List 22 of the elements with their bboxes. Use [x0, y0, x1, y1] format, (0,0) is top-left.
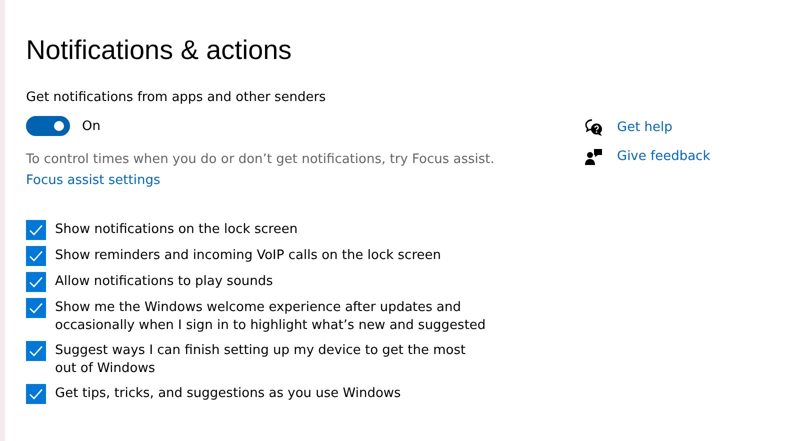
checkbox[interactable] — [26, 341, 46, 361]
help-bubble-icon — [585, 119, 603, 137]
side-link[interactable]: Get help — [617, 119, 672, 137]
option-label: Get tips, tricks, and suggestions as you use Windows — [55, 385, 401, 403]
person-feedback-icon — [585, 148, 603, 166]
focus-assist-link[interactable]: Focus assist settings — [26, 172, 160, 190]
option-label: Show reminders and incoming VoIP calls on the lock screen — [55, 247, 441, 265]
option-label: Show notifications on the lock screen — [55, 221, 298, 239]
checkbox[interactable] — [26, 298, 46, 318]
checkbox[interactable] — [26, 220, 46, 240]
checkbox[interactable] — [26, 384, 46, 404]
option-label: Suggest ways I can finish setting up my device to get the most out of Windows — [55, 342, 467, 378]
side-link[interactable]: Give feedback — [617, 148, 710, 166]
checkbox[interactable] — [26, 246, 46, 266]
notifications-toggle[interactable] — [26, 116, 70, 136]
toggle-label: Get notifications from apps and other senders — [26, 89, 326, 107]
option-label: Allow notifications to play sounds — [55, 273, 273, 291]
toggle-state: On — [82, 118, 100, 134]
page-title: Notifications & actions — [26, 34, 293, 67]
checkbox[interactable] — [26, 272, 46, 292]
option-label: Show me the Windows welcome experience after updates and occasionally when I sign in to highlight what’s new and suggested — [55, 299, 486, 335]
focus-note: To control times when you do or don’t get notifications, try Focus assist. — [26, 151, 496, 169]
